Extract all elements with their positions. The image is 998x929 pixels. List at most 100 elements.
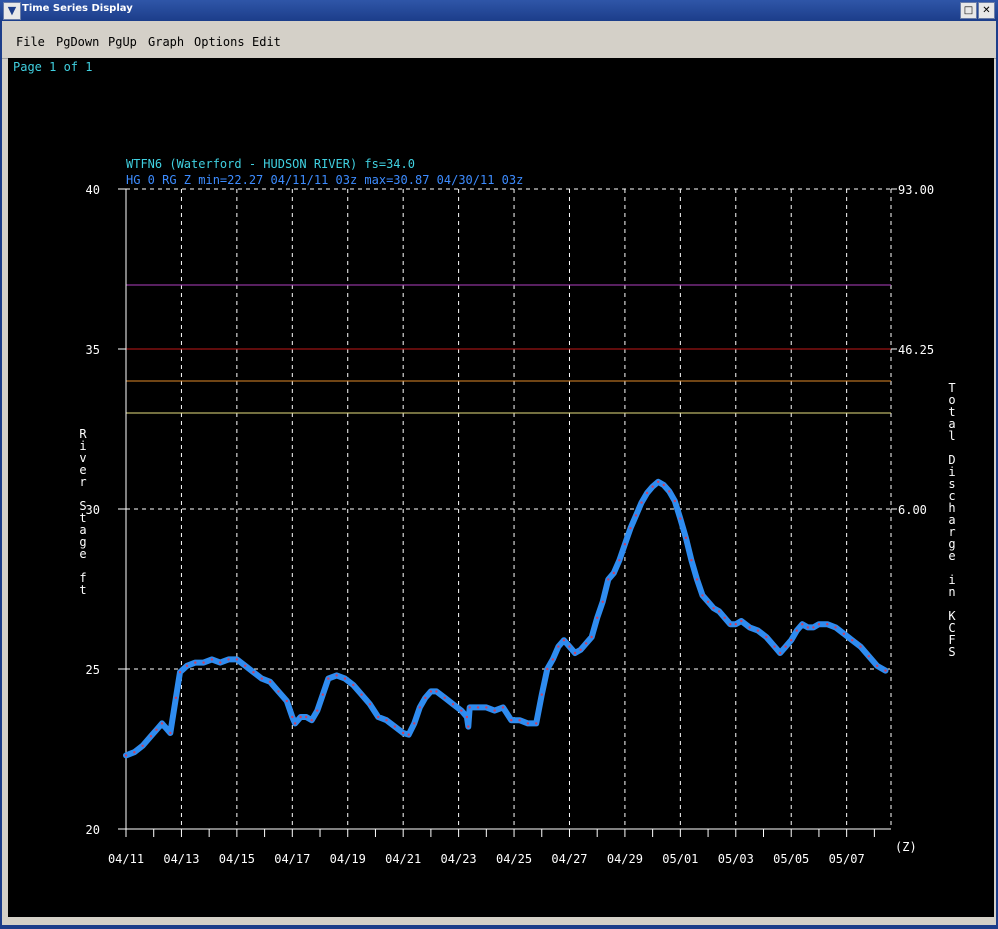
y-axis-labels: 20 25 30 35 40 [86, 183, 100, 837]
axes [118, 188, 897, 837]
series-point [712, 607, 715, 610]
menu-graph[interactable]: Graph [148, 35, 184, 49]
series-point [690, 559, 693, 562]
x-tick-label: 04/19 [330, 852, 366, 866]
series-point [518, 719, 521, 722]
series-point [304, 715, 308, 719]
series-point [729, 623, 732, 626]
y2-tick-label: 6.00 [898, 503, 927, 517]
series-point [850, 639, 854, 642]
series-point [252, 671, 255, 674]
series-point [795, 629, 798, 632]
series-point [352, 683, 355, 687]
series-point [673, 499, 677, 503]
menu-pgdown[interactable]: PgDown [56, 35, 99, 49]
series-point [299, 715, 302, 719]
x-tick-label: 04/15 [219, 852, 255, 866]
series-point [268, 680, 272, 683]
series-point [740, 619, 743, 623]
series-point [662, 483, 665, 487]
series-point [706, 600, 710, 603]
series-point [595, 616, 599, 619]
series-point [210, 658, 214, 661]
menu-pgup[interactable]: PgUp [108, 35, 137, 49]
series-point [618, 559, 621, 562]
y2-axis-labels: 93.00 46.25 6.00 [898, 183, 934, 517]
series-point [668, 490, 671, 493]
series-point [141, 744, 144, 747]
y2-tick-label: 93.00 [898, 183, 934, 197]
menu-options[interactable]: Options [194, 35, 245, 49]
x-tick-label: 04/17 [274, 852, 310, 866]
menu-file[interactable]: File [16, 35, 45, 49]
x-tick-label: 04/27 [551, 852, 587, 866]
series-point [316, 709, 319, 712]
chart-title: WTFN6 (Waterford - HUDSON RIVER) fs=34.0 [126, 157, 415, 171]
y2-axis-title: TotalDischargeinKCFS [948, 381, 956, 659]
menu-bar: File PgDown PgUp Graph Options Edit [2, 22, 996, 59]
series-point [185, 664, 189, 667]
series-point [612, 571, 616, 575]
series-point [651, 485, 654, 488]
series-point [573, 651, 577, 655]
series-point [684, 536, 688, 539]
series-point [194, 661, 197, 664]
series-point [235, 658, 239, 661]
series-point [834, 626, 837, 629]
y2-axis-title-char: n [948, 585, 955, 599]
series-point [133, 751, 136, 754]
series-point [526, 722, 530, 725]
series-point [451, 703, 455, 706]
window-menu-icon[interactable]: ▼ [3, 2, 21, 20]
menu-edit[interactable]: Edit [252, 35, 281, 49]
series-point [826, 623, 829, 626]
x-tick-label: 04/25 [496, 852, 532, 866]
series-point [501, 706, 505, 709]
series-point [401, 731, 405, 735]
y-axis-title-char: t [79, 583, 86, 597]
series-point [817, 623, 821, 626]
series-point [285, 699, 288, 703]
chart-subtitle: HG 0 RG Z min=22.27 04/11/11 03z max=30.… [126, 173, 523, 187]
series-point [335, 674, 338, 677]
series-point [243, 664, 247, 667]
x-tick-label: 05/07 [829, 852, 865, 866]
series-point [368, 703, 372, 706]
window-border-left [0, 21, 2, 929]
series-point [310, 719, 313, 722]
series-point [465, 715, 469, 719]
series-point [717, 610, 721, 613]
series-point [321, 693, 324, 696]
series-point [867, 655, 871, 658]
maximize-icon[interactable]: □ [960, 2, 977, 19]
x-tick-label: 04/21 [385, 852, 421, 866]
series-point [546, 667, 549, 671]
series-point [540, 693, 543, 696]
series-point [607, 578, 610, 581]
series-point [695, 578, 699, 581]
series-point [778, 651, 782, 655]
series-point [155, 728, 158, 731]
series-point [801, 623, 804, 626]
series-point [623, 543, 627, 546]
series-point [219, 661, 222, 664]
series-point [645, 491, 649, 495]
y-axis-title-char: r [79, 475, 86, 489]
series-point [424, 696, 427, 699]
series-point [568, 645, 571, 648]
series-point [656, 480, 660, 483]
series-point [435, 690, 438, 693]
series-point [385, 719, 388, 722]
series-point [413, 722, 416, 725]
series-point [418, 706, 422, 709]
series-point [160, 722, 164, 725]
series-point [485, 706, 488, 709]
series-point [842, 632, 846, 635]
series-point [875, 664, 879, 667]
close-icon[interactable]: ✕ [978, 2, 995, 19]
series-point [859, 645, 862, 648]
series-point [260, 677, 264, 680]
series-point [291, 715, 294, 719]
series-point [360, 693, 363, 696]
plot-area[interactable]: Page 1 of 1 WTFN6 (Waterford - HUDSON RI… [8, 58, 994, 917]
